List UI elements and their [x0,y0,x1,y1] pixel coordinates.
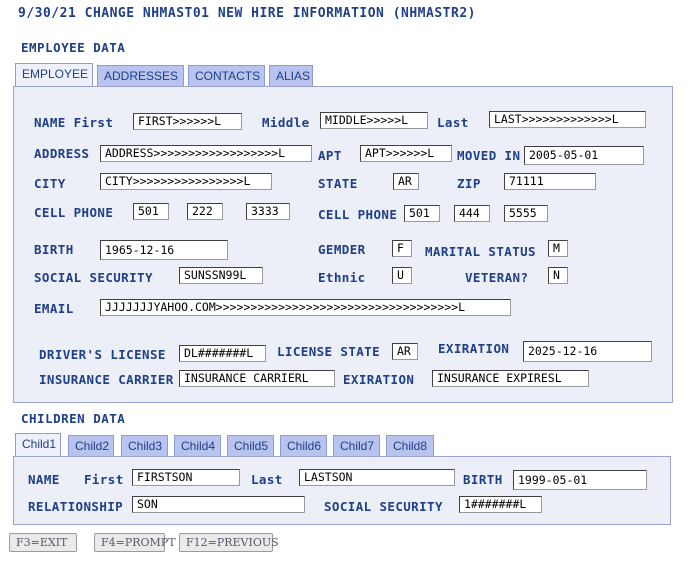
ethnic-field[interactable]: U [392,267,412,284]
insurance-exiration-label: EXIRATION [343,372,415,387]
drivers-license-field[interactable]: DL#######L [179,345,266,362]
state-field[interactable]: AR [393,173,419,190]
cell-phone-prefix-field[interactable]: 222 [187,203,223,220]
address-field[interactable]: ADDRESS>>>>>>>>>>>>>>>>>>L [100,145,312,162]
social-security-field[interactable]: SUNSSN99L [179,267,263,284]
cell-phone-2-line-field[interactable]: 5555 [504,205,548,222]
state-label: STATE [318,176,358,191]
cell-phone-line-field[interactable]: 3333 [246,203,290,220]
moved-in-field[interactable]: 2005-05-01 [524,146,644,165]
ethnic-label: Ethnic [318,270,366,285]
birth-field[interactable]: 1965-12-16 [100,240,228,260]
email-field[interactable]: JJJJJJJYAHOO.COM>>>>>>>>>>>>>>>>>>>>>>>>… [100,299,511,316]
apt-label: APT [318,148,342,163]
birth-label: BIRTH [34,242,74,257]
middle-name-field[interactable]: MIDDLE>>>>>L [320,112,428,129]
employee-section-heading: EMPLOYEE DATA [21,40,126,55]
last-label: Last [437,115,469,130]
cell-phone-area-field[interactable]: 501 [133,203,169,220]
page-title: 9/30/21 CHANGE NHMAST01 NEW HIRE INFORMA… [18,6,476,21]
child-birth-label: BIRTH [463,472,503,487]
tab-child5[interactable]: Child5 [227,435,274,456]
zip-field[interactable]: 71111 [504,173,596,190]
zip-label: ZIP [457,176,481,191]
tab-addresses[interactable]: ADDRESSES [97,65,184,86]
tab-alias[interactable]: ALIAS [269,65,313,86]
insurance-carrier-label: INSURANCE CARRIER [39,372,174,387]
child-panel: NAME First FIRSTSON Last LASTSON BIRTH 1… [13,456,671,525]
f4-prompt-button[interactable]: F4=PROMPT [94,533,176,552]
relationship-label: RELATIONSHIP [28,499,124,514]
last-name-field[interactable]: LAST>>>>>>>>>>>>>L [489,111,646,128]
gender-field[interactable]: F [392,240,412,257]
city-field[interactable]: CITY>>>>>>>>>>>>>>>>L [100,173,272,190]
tab-child4[interactable]: Child4 [174,435,221,456]
veteran-field[interactable]: N [548,267,568,284]
license-exiration-label: EXIRATION [438,341,510,356]
child-social-security-label: SOCIAL SECURITY [324,499,443,514]
address-label: ADDRESS [34,146,90,161]
cell-phone-label: CELL PHONE [34,205,114,220]
email-label: EMAIL [34,301,74,316]
cell-phone-2-label: CELL PHONE [318,207,398,222]
insurance-carrier-field[interactable]: INSURANCE CARRIERL [179,370,335,387]
cell-phone-2-prefix-field[interactable]: 444 [454,205,490,222]
social-security-label: SOCIAL SECURITY [34,270,153,285]
tab-employee[interactable]: EMPLOYEE [15,63,93,86]
tab-contacts[interactable]: CONTACTS [188,65,265,86]
relationship-field[interactable]: SON [132,496,305,513]
child-birth-field[interactable]: 1999-05-01 [513,470,647,490]
child-last-name-field[interactable]: LASTSON [299,469,455,486]
tab-child2[interactable]: Child2 [68,435,114,456]
marital-status-label: MARITAL STATUS [425,244,536,259]
tab-child7[interactable]: Child7 [333,435,380,456]
f3-exit-button[interactable]: F3=EXIT [9,533,77,552]
city-label: CITY [34,176,66,191]
employee-tab-bar: EMPLOYEE ADDRESSES CONTACTS ALIAS [15,63,335,87]
f12-previous-button[interactable]: F12=PREVIOUS [179,533,279,552]
child-name-label: NAME [28,472,60,487]
name-first-label: NAME First [34,115,114,130]
employee-panel: NAME First FIRST>>>>>>L Middle MIDDLE>>>… [13,86,673,403]
tab-child1[interactable]: Child1 [15,433,61,456]
tab-child6[interactable]: Child6 [280,435,327,456]
insurance-exiration-field[interactable]: INSURANCE EXPIRESL [432,370,589,387]
apt-field[interactable]: APT>>>>>>L [360,145,452,162]
middle-label: Middle [262,115,310,130]
children-section-heading: CHILDREN DATA [21,411,126,426]
child-first-name-field[interactable]: FIRSTSON [132,469,240,486]
first-name-field[interactable]: FIRST>>>>>>L [133,113,242,130]
license-state-label: LICENSE STATE [277,344,381,359]
moved-in-label: MOVED IN [457,148,521,163]
license-state-field[interactable]: AR [392,343,418,360]
license-exiration-field[interactable]: 2025-12-16 [523,341,652,362]
marital-status-field[interactable]: M [548,240,568,257]
child-first-label: First [84,472,124,487]
children-tab-bar: Child1 Child2 Child3 Child4 Child5 Child… [15,433,445,457]
cell-phone-2-area-field[interactable]: 501 [404,205,440,222]
child-social-security-field[interactable]: 1#######L [459,496,542,513]
tab-child3[interactable]: Child3 [121,435,168,456]
gender-label: GEMDER [318,242,366,257]
child-last-label: Last [251,472,283,487]
drivers-license-label: DRIVER'S LICENSE [39,347,166,362]
veteran-label: VETERAN? [465,270,529,285]
tab-child8[interactable]: Child8 [386,435,434,456]
